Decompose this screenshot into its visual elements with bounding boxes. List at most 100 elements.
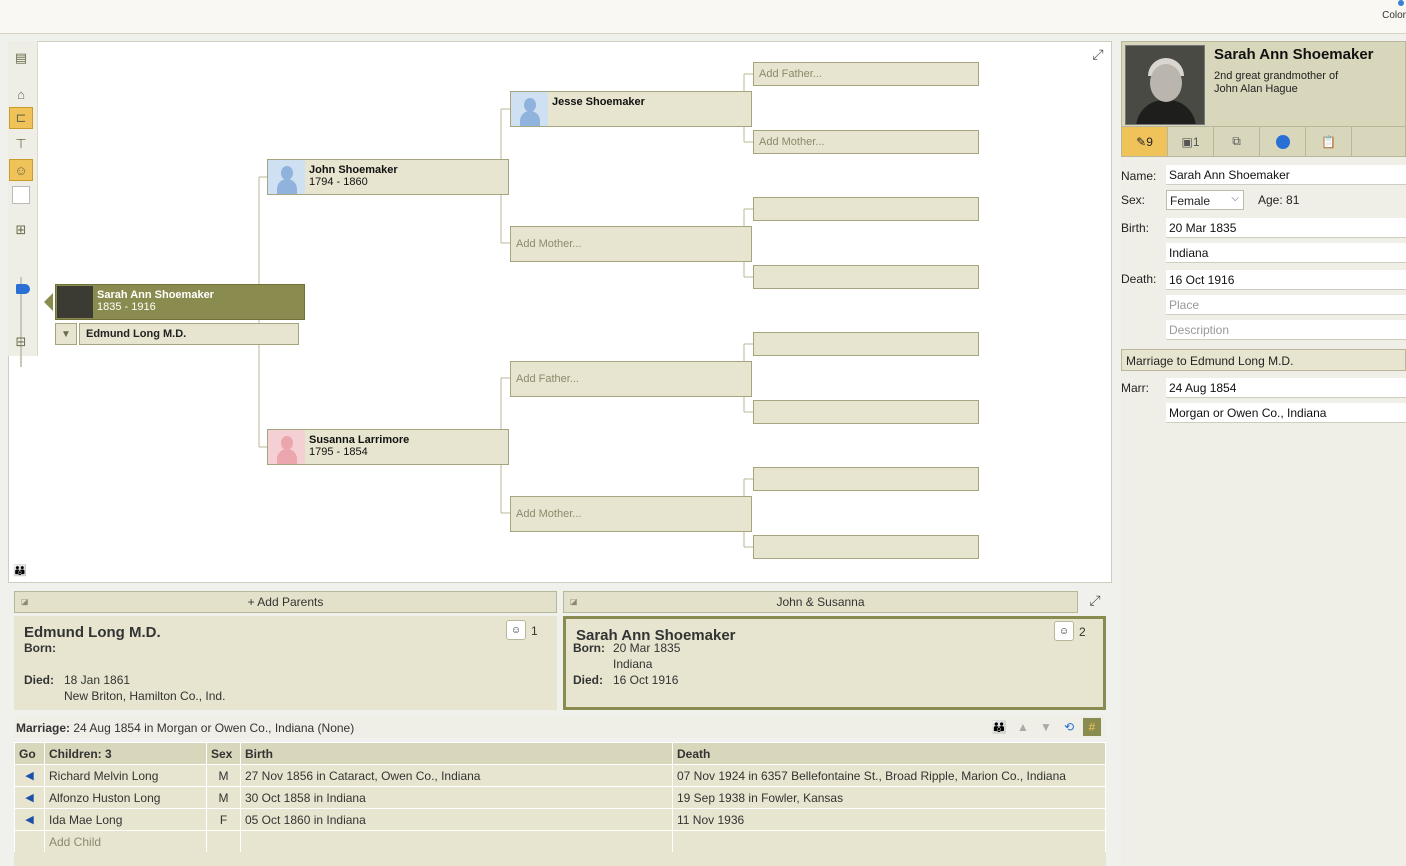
person-portrait[interactable]	[1125, 45, 1205, 125]
zoom-slider-knob[interactable]	[16, 284, 30, 294]
family-icon[interactable]: 👪	[13, 564, 31, 578]
col-death[interactable]: Death	[672, 742, 1106, 765]
family-tree-icon[interactable]: ⊤	[9, 133, 33, 155]
died-label: Died:	[24, 673, 54, 687]
birth-place-field[interactable]: Indiana	[1166, 243, 1406, 263]
col-go[interactable]: Go	[14, 742, 45, 765]
expand-icon[interactable]: ⤢	[1089, 46, 1107, 64]
globe-icon	[1275, 134, 1290, 149]
mother-name: Susanna Larrimore	[309, 434, 410, 446]
empty-ancestor-box[interactable]	[753, 197, 979, 221]
female-silhouette-icon	[268, 430, 305, 464]
marriage-place-field[interactable]: Morgan or Owen Co., Indiana	[1166, 403, 1406, 423]
add-father-box[interactable]: Add Father...	[510, 361, 752, 397]
panel-toggle-icon[interactable]: ▤	[9, 47, 33, 69]
add-mother-box[interactable]: Add Mother...	[510, 226, 752, 262]
person-icon[interactable]: ☺	[9, 159, 33, 181]
web-tab[interactable]	[1260, 127, 1306, 156]
col-birth[interactable]: Birth	[240, 742, 673, 765]
empty-ancestor-box[interactable]	[753, 400, 979, 424]
go-arrow-icon[interactable]: ◀	[14, 808, 45, 831]
detail-tabs: ✎ 9 ▣ 1 ⧉ 📋	[1121, 127, 1406, 157]
root-person-box[interactable]: Sarah Ann Shoemaker 1835 - 1916	[55, 284, 305, 320]
root-name: Sarah Ann Shoemaker	[97, 289, 214, 301]
relationship-text: 2nd great grandmother of John Alan Hague	[1214, 70, 1339, 95]
table-row[interactable]: ◀ Ida Mae Long F 05 Oct 1860 in Indiana …	[14, 808, 1106, 831]
spouse-dropdown-button[interactable]: ▼	[55, 323, 77, 345]
color-icon[interactable]	[1398, 0, 1404, 6]
facts-tab[interactable]: ✎ 9	[1122, 127, 1168, 156]
wife-card[interactable]: Sarah Ann Shoemaker Born: 20 Mar 1835 In…	[563, 616, 1106, 710]
root-dates: 1835 - 1916	[97, 301, 156, 313]
root-arrow-icon[interactable]	[44, 293, 53, 311]
husband-count: 1	[531, 624, 538, 638]
father-name: John Shoemaker	[309, 164, 398, 176]
spouse-box[interactable]: Edmund Long M.D.	[79, 323, 299, 345]
grandfather-box[interactable]: Jesse Shoemaker	[510, 91, 752, 127]
add-father-box[interactable]: Add Father...	[753, 62, 979, 86]
add-parents-button[interactable]: ◪ + Add Parents	[14, 591, 557, 613]
table-row[interactable]: ◀ Richard Melvin Long M 27 Nov 1856 in C…	[14, 764, 1106, 787]
empty-ancestor-box[interactable]	[753, 332, 979, 356]
male-silhouette-icon	[268, 160, 305, 194]
marriage-header[interactable]: Marriage to Edmund Long M.D.	[1121, 349, 1406, 371]
add-child-link[interactable]: Add Child	[44, 830, 207, 853]
bottom-strip	[14, 852, 1106, 866]
male-silhouette-icon	[511, 92, 548, 126]
parents-button[interactable]: ◪ John & Susanna	[563, 591, 1078, 613]
notes-tab[interactable]: 📋	[1306, 127, 1352, 156]
chevron-down-icon: ⌵	[1231, 193, 1239, 204]
marriage-label: Marriage:	[16, 721, 71, 735]
born-label: Born:	[24, 641, 56, 655]
died-label: Died:	[573, 673, 603, 687]
top-toolbar: Color	[0, 0, 1406, 34]
marriage-text: 24 Aug 1854 in Morgan or Owen Co., India…	[73, 721, 355, 735]
expand-icon[interactable]: ⤢	[1086, 592, 1104, 610]
zoom-in-icon[interactable]: ⊞	[9, 219, 33, 241]
death-date-field[interactable]: 16 Oct 1916	[1166, 270, 1406, 290]
husband-died-date: 18 Jan 1861	[64, 673, 131, 687]
empty-ancestor-box[interactable]	[753, 265, 979, 289]
marriage-date-field[interactable]: 24 Aug 1854	[1166, 378, 1406, 398]
wife-born-place: Indiana	[613, 657, 653, 671]
col-children[interactable]: Children: 3	[44, 742, 207, 765]
grid-icon[interactable]: #	[1083, 718, 1101, 736]
mother-box[interactable]: Susanna Larrimore 1795 - 1854	[267, 429, 509, 465]
husband-card[interactable]: Edmund Long M.D. Born: Died: 18 Jan 1861…	[14, 616, 557, 710]
birth-label: Birth:	[1121, 221, 1150, 235]
age-label: Age: 81	[1258, 193, 1300, 207]
go-arrow-icon[interactable]: ◀	[14, 764, 45, 787]
zoom-out-icon[interactable]: ⊟	[9, 331, 33, 353]
death-description-field[interactable]: Description	[1166, 320, 1406, 340]
go-arrow-icon[interactable]: ◀	[14, 786, 45, 809]
col-sex[interactable]: Sex	[206, 742, 241, 765]
birth-date-field[interactable]: 20 Mar 1835	[1166, 218, 1406, 238]
add-mother-box[interactable]: Add Mother...	[510, 496, 752, 532]
sex-select[interactable]: Female ⌵	[1166, 190, 1244, 210]
move-up-icon[interactable]: ▲	[1014, 718, 1032, 736]
person-header: Sarah Ann Shoemaker 2nd great grandmothe…	[1121, 41, 1406, 127]
add-child-row[interactable]: Add Child	[14, 830, 1106, 853]
mother-dates: 1795 - 1854	[309, 446, 368, 458]
marriage-line: Marriage: 24 Aug 1854 in Morgan or Owen …	[14, 716, 1106, 738]
person-icon[interactable]: ☺	[506, 620, 526, 640]
family-icon[interactable]: 👪	[990, 718, 1008, 736]
death-place-field[interactable]: Place	[1166, 295, 1406, 315]
left-toolbar: ▤ ⌂ ⊏ ⊤ ☺ ⊞ ⊟	[8, 41, 38, 367]
move-down-icon[interactable]: ▼	[1037, 718, 1055, 736]
father-box[interactable]: John Shoemaker 1794 - 1860	[267, 159, 509, 195]
person-icon[interactable]: ☺	[1054, 621, 1074, 641]
add-mother-box[interactable]: Add Mother...	[753, 130, 979, 154]
empty-ancestor-box[interactable]	[753, 535, 979, 559]
table-row[interactable]: ◀ Alfonzo Huston Long M 30 Oct 1858 in I…	[14, 786, 1106, 809]
home-icon[interactable]: ⌂	[9, 83, 33, 105]
color-label[interactable]: Color	[1382, 10, 1406, 21]
sources-tab[interactable]: ▣ 1	[1168, 127, 1214, 156]
media-tab[interactable]: ⧉	[1214, 127, 1260, 156]
name-field[interactable]: Sarah Ann Shoemaker	[1166, 165, 1406, 185]
empty-ancestor-box[interactable]	[753, 467, 979, 491]
refresh-icon[interactable]: ⟲	[1060, 718, 1078, 736]
husband-died-place: New Briton, Hamilton Co., Ind.	[64, 689, 226, 703]
blank-view-icon[interactable]	[9, 184, 33, 206]
pedigree-icon[interactable]: ⊏	[9, 107, 33, 129]
